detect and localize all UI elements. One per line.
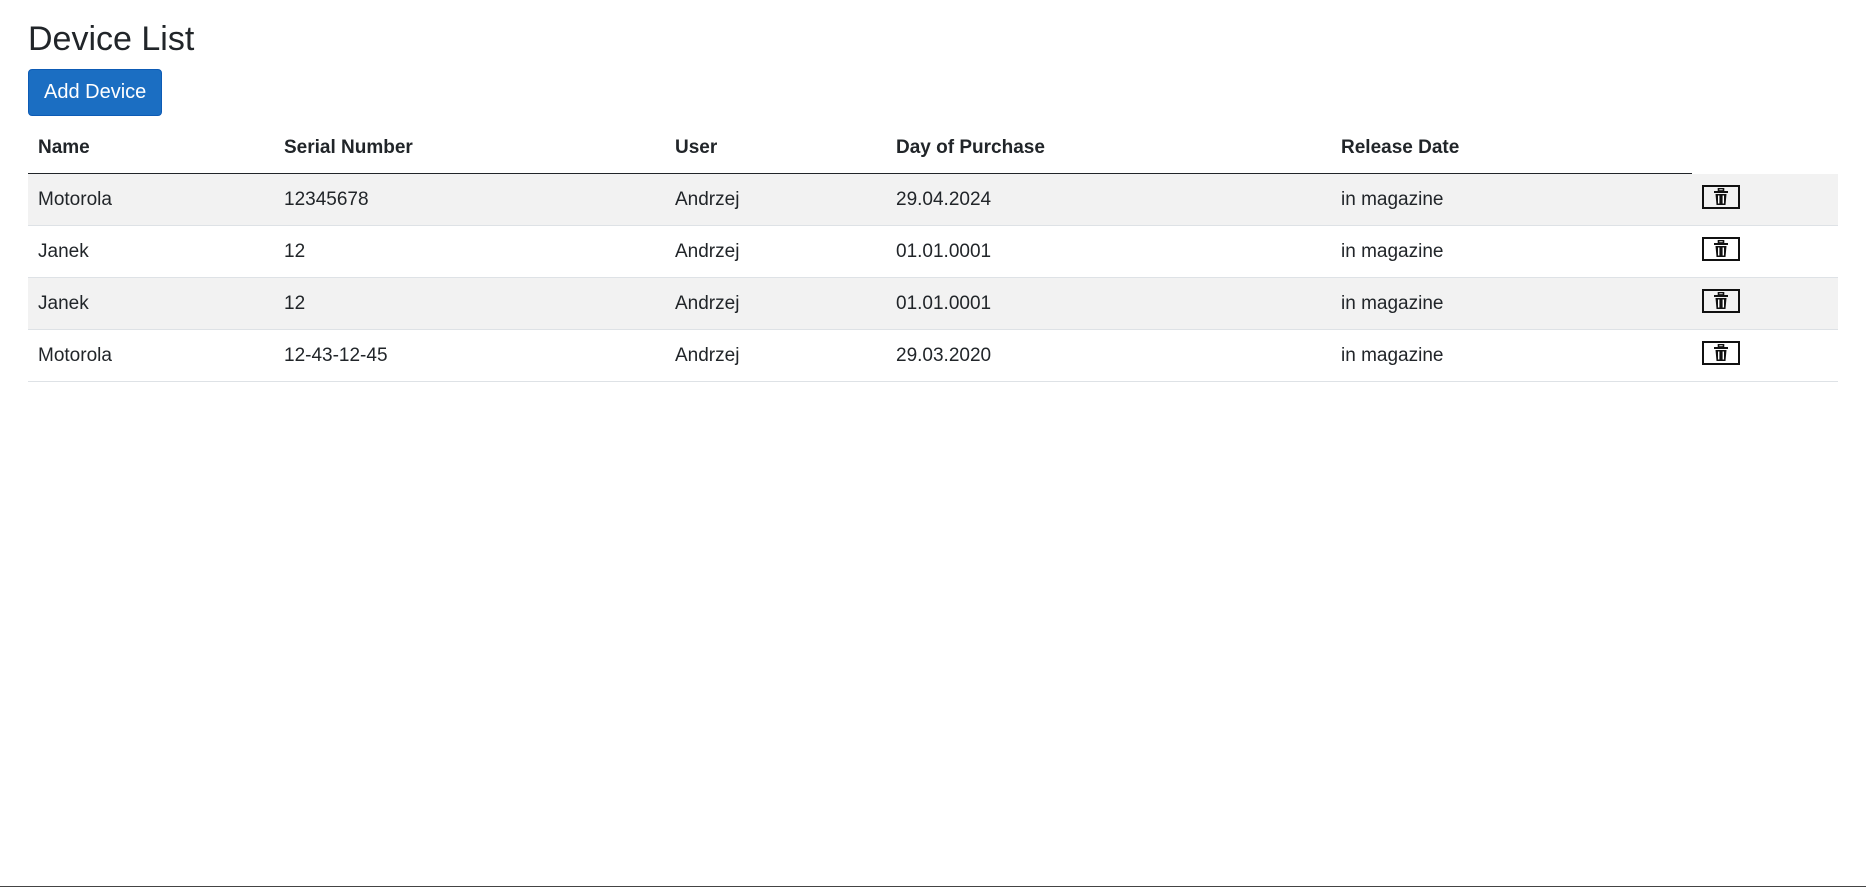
delete-button[interactable]	[1702, 289, 1740, 313]
cell-user: Andrzej	[665, 173, 886, 226]
table-row: Janek 12 Andrzej 01.01.0001 in magazine	[28, 225, 1838, 278]
cell-actions	[1692, 225, 1838, 278]
cell-serial-number: 12	[274, 277, 665, 330]
table-header-row: Name Serial Number User Day of Purchase …	[28, 122, 1838, 174]
add-device-button[interactable]: Add Device	[28, 69, 163, 116]
cell-actions	[1692, 329, 1838, 382]
cell-release-date: in magazine	[1331, 277, 1692, 330]
column-header-release-date: Release Date	[1331, 122, 1692, 174]
cell-release-date: in magazine	[1331, 173, 1692, 226]
delete-button[interactable]	[1702, 237, 1740, 261]
column-header-user: User	[665, 122, 886, 174]
column-header-serial-number: Serial Number	[274, 122, 665, 174]
table-row: Janek 12 Andrzej 01.01.0001 in magazine	[28, 277, 1838, 330]
cell-user: Andrzej	[665, 329, 886, 382]
cell-serial-number: 12	[274, 225, 665, 278]
column-header-name: Name	[28, 122, 274, 174]
table-row: Motorola 12345678 Andrzej 29.04.2024 in …	[28, 173, 1838, 226]
trash-icon	[1714, 292, 1728, 309]
cell-day-of-purchase: 29.04.2024	[886, 173, 1331, 226]
trash-icon	[1714, 344, 1728, 361]
cell-name: Janek	[28, 277, 274, 330]
trash-icon	[1714, 240, 1728, 257]
cell-day-of-purchase: 29.03.2020	[886, 329, 1331, 382]
column-header-actions	[1692, 122, 1838, 174]
cell-actions	[1692, 277, 1838, 330]
page-title: Device List	[28, 20, 195, 58]
cell-actions	[1692, 173, 1838, 226]
delete-button[interactable]	[1702, 341, 1740, 365]
cell-release-date: in magazine	[1331, 329, 1692, 382]
trash-icon	[1714, 187, 1728, 205]
cell-name: Motorola	[28, 173, 274, 226]
cell-user: Andrzej	[665, 225, 886, 278]
delete-button[interactable]	[1702, 184, 1740, 209]
cell-serial-number: 12345678	[274, 173, 665, 226]
cell-serial-number: 12-43-12-45	[274, 329, 665, 382]
cell-release-date: in magazine	[1331, 225, 1692, 278]
page: Device List Add Device Name Serial Numbe…	[0, 0, 1866, 887]
device-table: Name Serial Number User Day of Purchase …	[28, 122, 1838, 382]
cell-name: Janek	[28, 225, 274, 278]
cell-user: Andrzej	[665, 277, 886, 330]
cell-day-of-purchase: 01.01.0001	[886, 225, 1331, 278]
column-header-day-of-purchase: Day of Purchase	[886, 122, 1331, 174]
cell-day-of-purchase: 01.01.0001	[886, 277, 1331, 330]
cell-name: Motorola	[28, 329, 274, 382]
table-row: Motorola 12-43-12-45 Andrzej 29.03.2020 …	[28, 329, 1838, 382]
